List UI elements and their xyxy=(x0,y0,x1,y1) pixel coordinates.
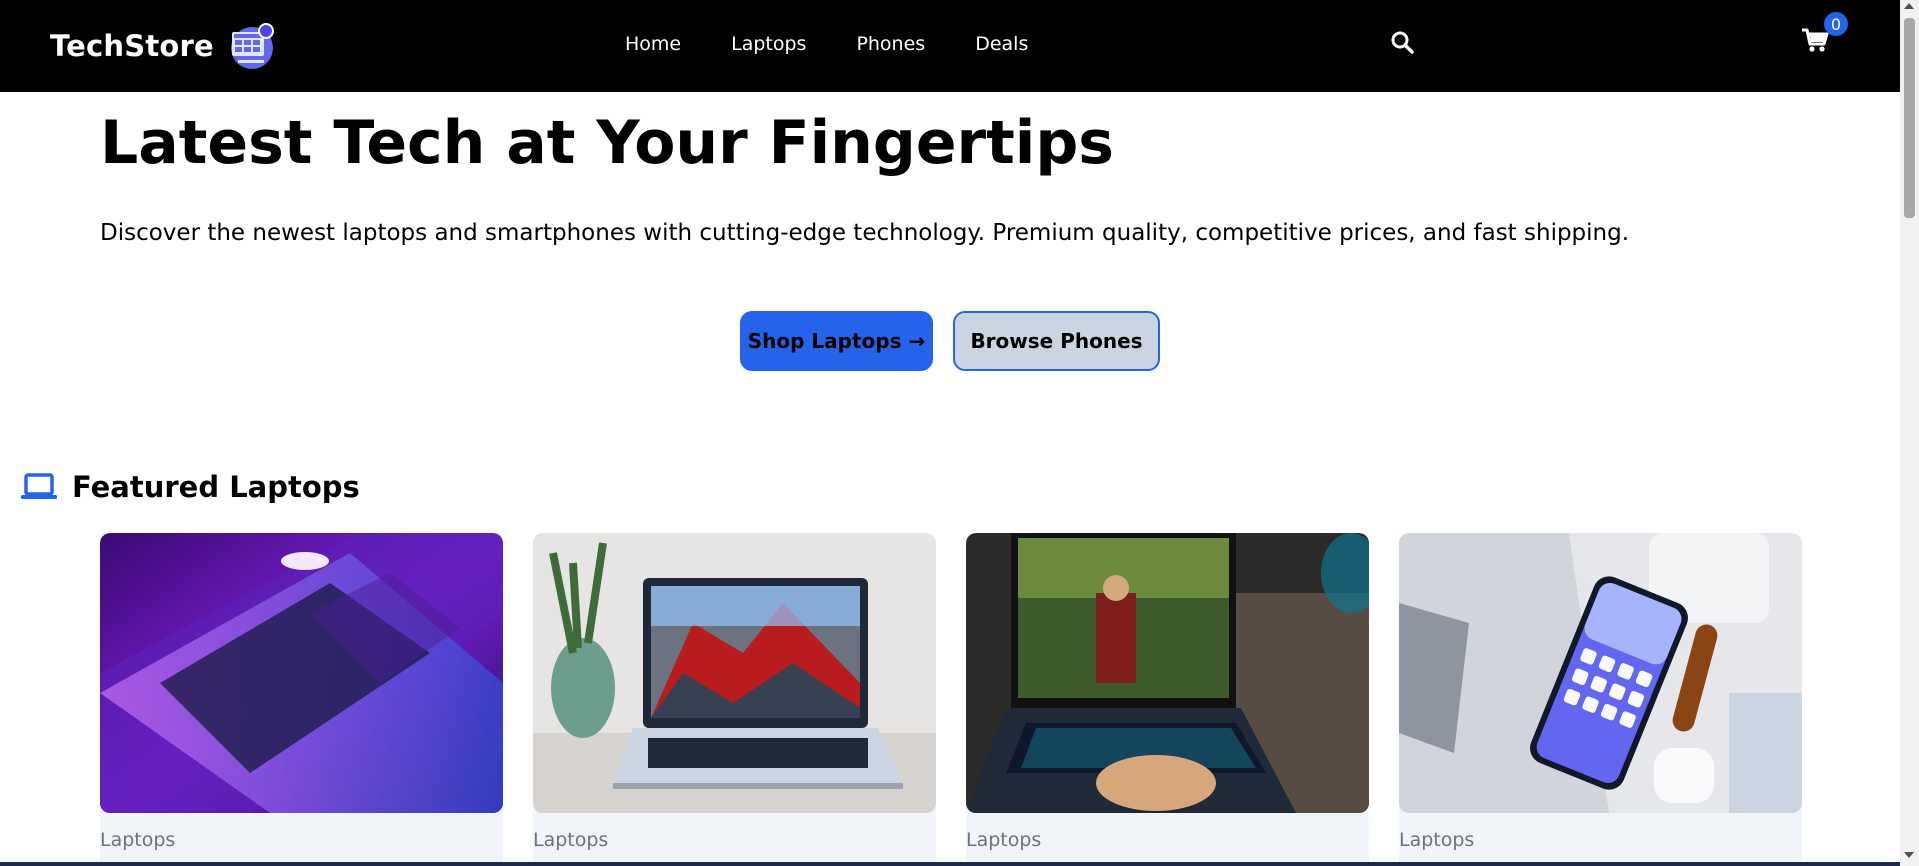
top-navbar: TechStore Home Laptops Phones Deals 0 xyxy=(0,0,1900,92)
product-image[interactable] xyxy=(966,533,1369,813)
nav-home-link[interactable]: Home xyxy=(625,30,681,58)
nav-phones-link[interactable]: Phones xyxy=(856,30,925,58)
cart-count-badge: 0 xyxy=(1824,12,1848,36)
browse-phones-button[interactable]: Browse Phones xyxy=(953,311,1160,371)
product-category: Laptops xyxy=(1399,829,1475,851)
section-title: Featured Laptops xyxy=(72,470,360,504)
hero-actions: Shop Laptops → Browse Phones xyxy=(740,311,1160,371)
purple-laptop-image xyxy=(100,533,503,813)
vertical-scrollbar[interactable] xyxy=(1900,0,1919,866)
search-icon[interactable] xyxy=(1390,30,1414,54)
product-card[interactable]: Laptops xyxy=(533,533,936,866)
shop-laptops-button[interactable]: Shop Laptops → xyxy=(740,311,933,371)
product-category: Laptops xyxy=(100,829,176,851)
hero-subtitle: Discover the newest laptops and smartpho… xyxy=(100,220,1630,246)
product-image[interactable] xyxy=(533,533,936,813)
featured-laptops-header: Featured Laptops xyxy=(20,470,360,504)
product-card[interactable]: Laptops xyxy=(100,533,503,866)
store-logo-icon xyxy=(230,23,274,69)
nav-laptops-link[interactable]: Laptops xyxy=(731,30,806,58)
gaming-laptop-image xyxy=(966,533,1369,813)
product-image[interactable] xyxy=(100,533,503,813)
product-grid: Laptops Laptops Laptops Laptops xyxy=(100,533,1802,866)
product-card[interactable]: Laptops xyxy=(966,533,1369,866)
product-category: Laptops xyxy=(966,829,1042,851)
nav-deals-link[interactable]: Deals xyxy=(975,30,1028,58)
laptop-icon xyxy=(21,473,57,499)
product-card[interactable]: Laptops xyxy=(1399,533,1802,866)
brand-name[interactable]: TechStore xyxy=(50,29,214,63)
brand[interactable]: TechStore xyxy=(50,22,274,70)
product-image[interactable] xyxy=(1399,533,1802,813)
scroll-thumb[interactable] xyxy=(1904,18,1915,218)
bottom-edge-divider xyxy=(0,862,1900,866)
macbook-desk-image xyxy=(533,533,936,813)
hero-title: Latest Tech at Your Fingertips xyxy=(100,108,1115,178)
main-nav: Home Laptops Phones Deals xyxy=(625,30,1028,58)
scroll-down-arrow-icon[interactable] xyxy=(1904,852,1914,858)
smartphone-flatlay-image xyxy=(1399,533,1802,813)
product-category: Laptops xyxy=(533,829,609,851)
scroll-up-arrow-icon[interactable] xyxy=(1904,3,1914,9)
